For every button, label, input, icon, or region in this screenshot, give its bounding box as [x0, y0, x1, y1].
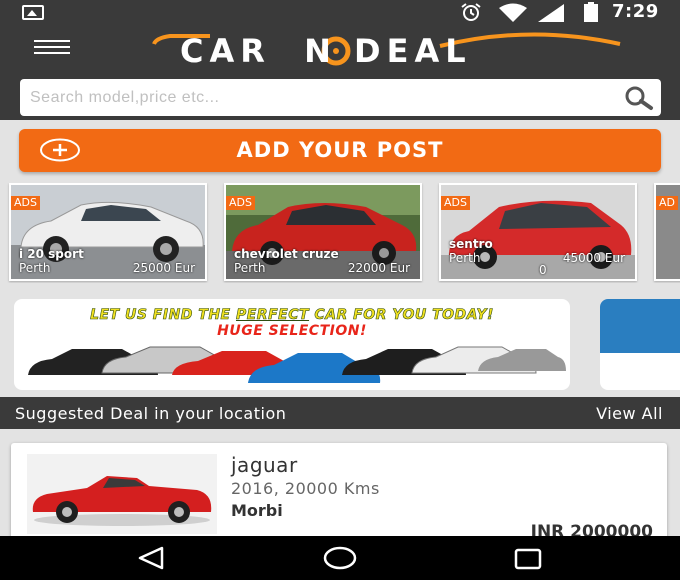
status-bar: 7:29: [0, 0, 680, 24]
car-price-extra: 0: [539, 263, 547, 277]
car-name: chevrolet cruze: [234, 247, 339, 261]
alarm-icon: [461, 3, 481, 21]
back-icon[interactable]: [136, 546, 166, 570]
car-location: Perth: [19, 261, 51, 275]
banner-headline: LET US FIND THE PERFECT CAR FOR YOU TODA…: [90, 307, 494, 324]
ads-badge: ADS: [441, 196, 470, 210]
section-title: Suggested Deal in your location: [15, 404, 287, 423]
deal-car-meta: 2016, 20000 Kms: [231, 479, 380, 498]
car-location: Perth: [449, 251, 481, 265]
deal-car-name: jaguar: [231, 453, 298, 477]
featured-car-card[interactable]: AD: [654, 183, 680, 281]
deal-car-city: Morbi: [231, 501, 283, 520]
app-logo: CARON DEAL: [150, 30, 630, 70]
featured-car-card[interactable]: ADS i 20 sport Perth 25000 Eur: [9, 183, 207, 281]
add-post-button[interactable]: ADD YOUR POST: [19, 129, 661, 172]
search-bar: [20, 79, 661, 116]
featured-car-card[interactable]: ADS chevrolet cruze Perth 22000 Eur: [224, 183, 422, 281]
featured-cars-carousel[interactable]: ADS i 20 sport Perth 25000 Eur ADS chevr…: [0, 183, 680, 283]
search-icon[interactable]: [618, 85, 662, 111]
ads-badge: ADS: [226, 196, 255, 210]
car-price: 22000 Eur: [347, 261, 410, 275]
system-nav-bar: [0, 536, 680, 580]
car-name: i 20 sport: [19, 247, 84, 261]
ads-badge: AD: [656, 196, 678, 210]
car-price: 45000 Eur: [562, 251, 625, 265]
suggested-deals-header: Suggested Deal in your location View All: [0, 397, 680, 429]
hamburger-menu-icon[interactable]: [34, 40, 70, 60]
recents-icon[interactable]: [513, 548, 543, 570]
ads-badge: ADS: [11, 196, 40, 210]
logo-text: CARON DEAL: [180, 32, 472, 70]
status-time: 7:29: [612, 1, 659, 22]
image-icon: [22, 5, 44, 20]
car-name: sentro: [449, 237, 493, 251]
app-bar: CARON DEAL: [0, 24, 680, 120]
battery-icon: [584, 2, 598, 22]
search-input[interactable]: [30, 85, 590, 111]
deal-list-item[interactable]: jaguar 2016, 20000 Kms Morbi INR 2000000: [11, 443, 667, 543]
car-price: 25000 Eur: [132, 261, 195, 275]
signal-icon: [538, 4, 564, 22]
featured-car-card[interactable]: ADS sentro Perth 45000 Eur 0: [439, 183, 637, 281]
view-all-link[interactable]: View All: [596, 404, 663, 423]
deal-car-photo: [27, 454, 217, 534]
wifi-icon: [499, 3, 527, 22]
car-location: Perth: [234, 261, 266, 275]
add-post-label: ADD YOUR POST: [236, 138, 444, 162]
promo-banner[interactable]: LET US FIND THE PERFECT CAR FOR YOU TODA…: [14, 299, 570, 390]
home-icon[interactable]: [322, 545, 358, 571]
promo-banner-next[interactable]: [600, 299, 680, 390]
banner-cars-image: [28, 346, 566, 383]
